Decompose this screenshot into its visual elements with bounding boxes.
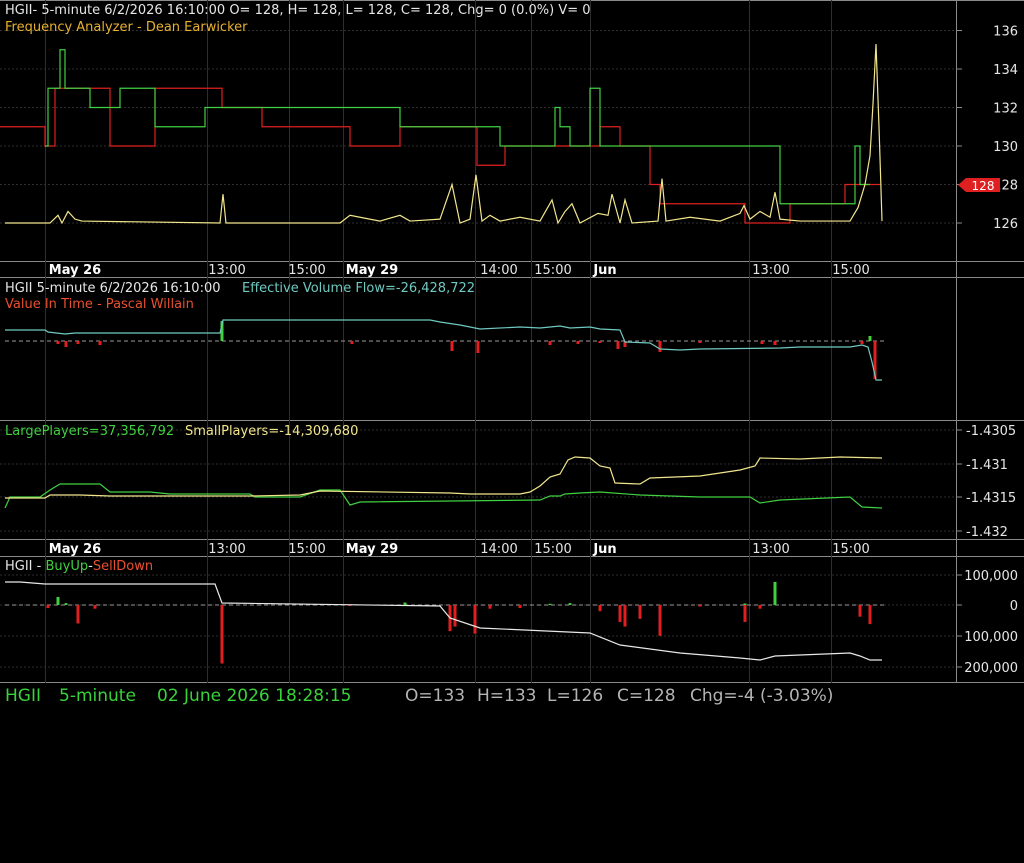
evf-down-bar xyxy=(598,341,602,343)
buyup-bar xyxy=(743,603,747,605)
selldown-bar xyxy=(868,605,872,625)
panel2-indicator: Value In Time - Pascal Willain xyxy=(5,297,194,312)
y-tick-label: 126 xyxy=(993,217,1018,232)
selldown-bar xyxy=(488,605,492,609)
x-tick-label: Jun xyxy=(592,263,616,278)
x-tick-label: May 29 xyxy=(346,263,398,278)
evf-down-bar xyxy=(576,341,580,344)
selldown-bar xyxy=(76,605,80,624)
status-datetime: 02 June 2026 18:28:15 xyxy=(157,686,352,706)
y-tick-label: 132 xyxy=(993,102,1018,117)
x-tick-label: May 29 xyxy=(346,542,398,557)
evf-down-bar xyxy=(698,341,702,343)
status-close: C=128 xyxy=(617,686,676,706)
small-players-label: SmallPlayers=-14,309,680 xyxy=(185,424,358,439)
selldown-bar xyxy=(638,605,642,619)
x-tick-label: 15:00 xyxy=(832,542,869,557)
evf-down-bar xyxy=(773,341,777,345)
evf-up-bar xyxy=(868,336,872,341)
x-tick-label: 13:00 xyxy=(208,542,245,557)
evf-down-bar xyxy=(64,341,68,347)
evf-down-bar xyxy=(350,341,354,344)
x-tick-label: Jun xyxy=(592,542,616,557)
panel2-evf: Effective Volume Flow=-26,428,722 xyxy=(242,281,475,296)
selldown-bar xyxy=(623,605,627,627)
status-low: L=126 xyxy=(547,686,604,706)
status-high: H=133 xyxy=(477,686,537,706)
x-tick-label: May 26 xyxy=(49,263,101,278)
x-tick-label: 15:00 xyxy=(534,542,571,557)
selldown-bar xyxy=(758,605,762,609)
selldown-bar xyxy=(858,605,862,617)
y-tick-label: -1.4305 xyxy=(966,424,1016,439)
panel1-indicator: Frequency Analyzer - Dean Earwicker xyxy=(5,20,248,35)
x-tick-label: 15:00 xyxy=(288,542,325,557)
evf-down-bar xyxy=(616,341,620,349)
x-tick-label: 14:00 xyxy=(480,542,517,557)
selldown-bar xyxy=(46,605,50,609)
status-symbol: HGII xyxy=(5,686,41,706)
x-tick-label: 13:00 xyxy=(752,542,789,557)
status-interval: 5-minute xyxy=(59,686,136,706)
selldown-bar xyxy=(518,605,522,609)
y-tick-label: 130 xyxy=(993,140,1018,155)
buyup-bar xyxy=(568,603,572,605)
evf-down-bar xyxy=(98,341,102,345)
buyup-label: BuyUp xyxy=(45,559,88,574)
buyup-bar xyxy=(56,596,60,605)
y-tick-label: 0 xyxy=(1010,599,1018,614)
y-tick-label: 100,000 xyxy=(964,569,1018,584)
selldown-bar xyxy=(93,605,97,609)
price-marker-label: 128 xyxy=(972,179,995,193)
selldown-label: SellDown xyxy=(93,559,153,574)
y-tick-label: -1.431 xyxy=(966,458,1008,473)
y-tick-label: 136 xyxy=(993,25,1018,40)
buyup-bar xyxy=(64,603,68,605)
evf-down-bar xyxy=(860,341,864,344)
x-tick-label: 15:00 xyxy=(288,263,325,278)
y-tick-label: -1.4315 xyxy=(966,491,1016,506)
selldown-bar xyxy=(743,605,747,622)
x-tick-label: 15:00 xyxy=(832,263,869,278)
evf-down-bar xyxy=(76,341,80,344)
y-tick-label: 200,000 xyxy=(964,661,1018,676)
selldown-bar xyxy=(618,605,622,622)
panel2-symbol: HGII 5-minute 6/2/2026 16:10:00 xyxy=(5,281,221,296)
evf-down-bar xyxy=(56,341,60,344)
x-tick-label: 15:00 xyxy=(534,263,571,278)
selldown-bar xyxy=(453,605,457,627)
status-open: O=133 xyxy=(405,686,466,706)
selldown-bar xyxy=(658,605,662,636)
buyup-bar xyxy=(548,603,552,605)
evf-down-bar xyxy=(548,341,552,345)
x-tick-label: 13:00 xyxy=(752,263,789,278)
panel1-header: HGII- 5-minute 6/2/2026 16:10:00 O= 128,… xyxy=(5,3,591,18)
x-tick-label: 14:00 xyxy=(480,263,517,278)
x-tick-label: 13:00 xyxy=(208,263,245,278)
y-tick-label: -1.432 xyxy=(966,525,1008,540)
evf-down-bar xyxy=(760,341,764,344)
status-change: Chg=-4 (-3.03%) xyxy=(690,686,834,706)
y-tick-label: 100,000 xyxy=(964,630,1018,645)
selldown-bar xyxy=(220,605,224,664)
status-bar: HGII 5-minute 02 June 2026 18:28:15 O=13… xyxy=(0,683,1024,720)
y-tick-label: 134 xyxy=(993,63,1018,78)
evf-down-bar xyxy=(450,341,454,351)
large-players-label: LargePlayers=37,356,792 xyxy=(5,424,174,439)
buyup-bar xyxy=(773,581,777,605)
buyup-bar xyxy=(403,602,407,605)
evf-down-bar xyxy=(476,341,480,353)
x-tick-label: May 26 xyxy=(49,542,101,557)
evf-down-bar xyxy=(658,341,662,352)
panel4-prefix: HGII - xyxy=(5,559,45,574)
panel4-header: HGII - BuyUp-SellDown xyxy=(5,559,153,574)
selldown-bar xyxy=(473,605,477,634)
chart-canvas: 126 128 130 132 134 136 -1.4305 -1.431 -1.4315 -1… xyxy=(0,0,1024,683)
selldown-bar xyxy=(598,605,602,612)
selldown-bar xyxy=(698,605,702,607)
